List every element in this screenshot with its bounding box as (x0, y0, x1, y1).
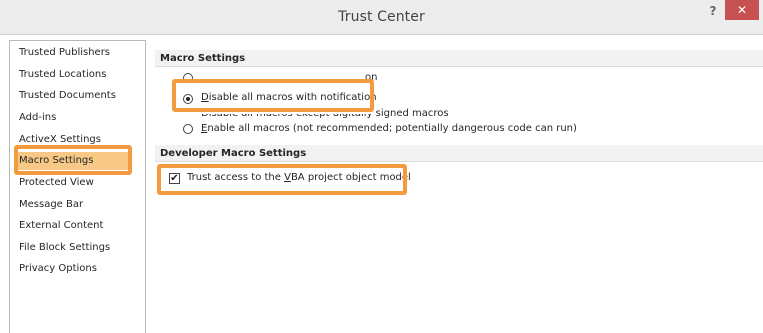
sidebar-item-file-block-settings[interactable]: File Block Settings (19, 239, 110, 257)
sidebar-item-add-ins[interactable]: Add-ins (19, 109, 56, 127)
window-title: Trust Center (338, 9, 425, 25)
option-text: nable all macros (not recommended; poten… (207, 123, 577, 134)
developer-macro-settings-header: Developer Macro Settings (155, 145, 763, 162)
help-icon[interactable]: ? (705, 4, 721, 20)
sidebar-item-external-content[interactable]: External Content (19, 217, 103, 235)
close-icon[interactable]: ✕ (725, 0, 759, 20)
radio-enable-all-macros[interactable] (183, 124, 193, 134)
sidebar-item-trusted-locations[interactable]: Trusted Locations (19, 66, 106, 84)
disable-with-notification-highlight (172, 79, 374, 112)
sidebar-item-protected-view[interactable]: Protected View (19, 174, 94, 192)
trust-vba-highlight (157, 164, 407, 195)
sidebar-item-message-bar[interactable]: Message Bar (19, 196, 83, 214)
macro-settings-highlight (14, 145, 132, 175)
macro-settings-header: Macro Settings (155, 50, 763, 67)
title-bar: Trust Center ? ✕ (0, 0, 763, 35)
sidebar-item-privacy-options[interactable]: Privacy Options (19, 260, 97, 278)
option-enable-all-macros-label[interactable]: Enable all macros (not recommended; pote… (201, 121, 577, 137)
sidebar-item-trusted-publishers[interactable]: Trusted Publishers (19, 44, 110, 62)
trust-center-sidebar: Trusted Publishers Trusted Locations Tru… (9, 40, 146, 333)
sidebar-item-trusted-documents[interactable]: Trusted Documents (19, 87, 116, 105)
